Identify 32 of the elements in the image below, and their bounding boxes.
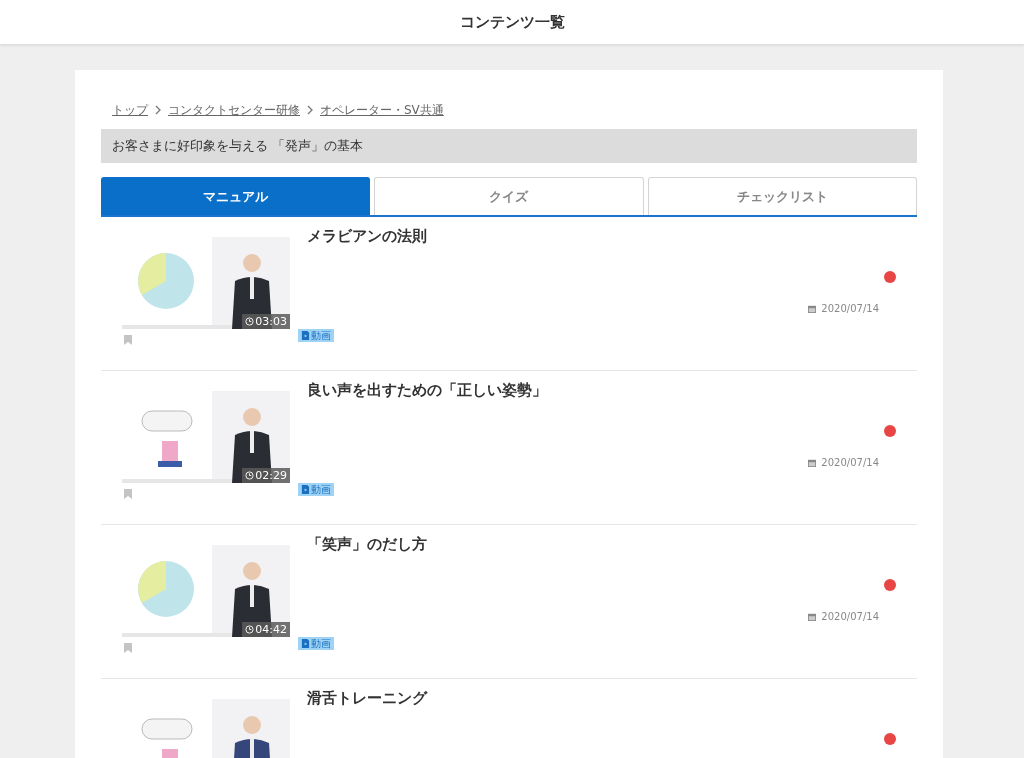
chevron-icon [306, 105, 314, 115]
breadcrumb-link[interactable]: コンタクトセンター研修 [168, 101, 300, 119]
calendar-icon [808, 612, 817, 621]
tag-text: 動画 [311, 328, 331, 343]
item-title[interactable]: 「笑声」のだし方 [307, 535, 917, 554]
clock-icon [245, 471, 255, 480]
tab[interactable]: マニュアル [101, 177, 371, 215]
tag-text: 動画 [311, 482, 331, 497]
tag-text: 動画 [311, 636, 331, 651]
duration-text: 03:03 [255, 315, 287, 328]
chevron-icon [154, 105, 162, 115]
course-title: お客さまに好印象を与える 「発声」の基本 [112, 137, 364, 155]
bookmark-icon[interactable] [124, 335, 132, 345]
date-text: 2020/07/14 [821, 457, 879, 468]
tab[interactable]: チェックリスト [647, 177, 917, 215]
breadcrumb-link[interactable]: オペレーター・SV共通 [320, 101, 444, 119]
duration-text: 04:42 [255, 623, 287, 636]
page-title: コンテンツ一覧 [459, 12, 565, 32]
date-text: 2020/07/14 [821, 611, 879, 622]
date-text: 2020/07/14 [821, 303, 879, 314]
item-title[interactable]: 滑舌トレーニング [307, 689, 917, 708]
tab[interactable]: クイズ [374, 177, 644, 215]
item-title[interactable]: 良い声を出すための「正しい姿勢」 [307, 381, 917, 400]
duration-text: 02:29 [255, 469, 287, 482]
bookmark-icon[interactable] [124, 643, 132, 653]
calendar-icon [808, 304, 817, 313]
calendar-icon [808, 458, 817, 467]
clock-icon [245, 625, 255, 634]
item-title[interactable]: メラビアンの法則 [307, 227, 917, 246]
breadcrumb-link[interactable]: トップ [112, 101, 148, 119]
clock-icon [245, 317, 255, 326]
bookmark-icon[interactable] [124, 489, 132, 499]
